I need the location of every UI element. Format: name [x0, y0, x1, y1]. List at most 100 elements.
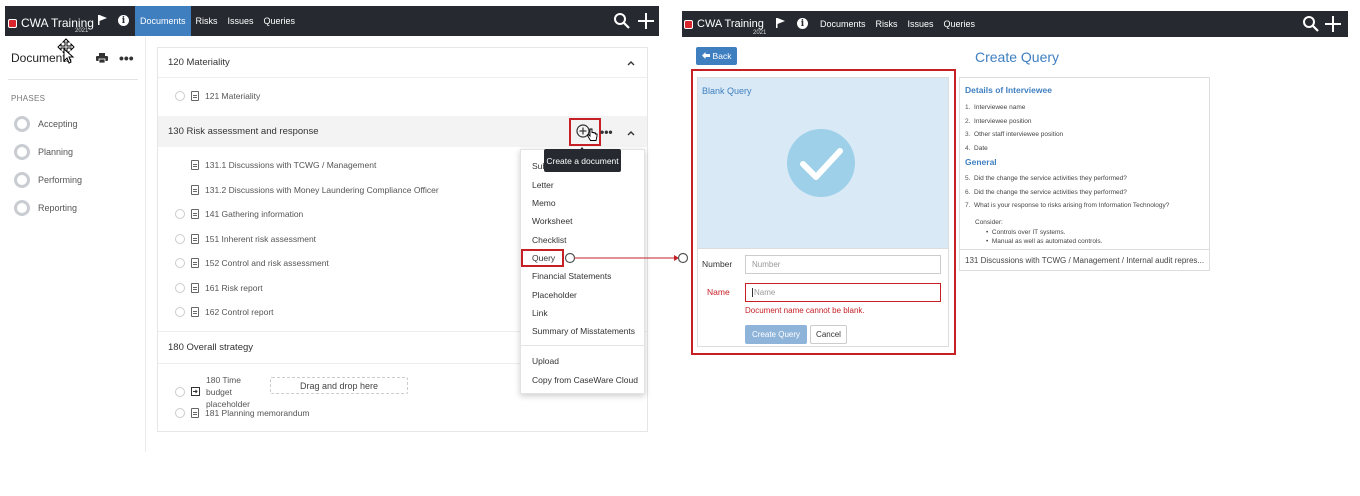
doc-row[interactable]: 180 Time budget placeholder	[175, 374, 264, 410]
search-icon[interactable]	[613, 12, 631, 32]
flag-icon[interactable]	[775, 17, 786, 32]
section-180[interactable]: 180 Overall strategy	[158, 332, 520, 363]
print-icon[interactable]	[96, 53, 108, 65]
radio-button[interactable]	[175, 209, 185, 219]
app-title: CWA Training	[697, 18, 764, 30]
menu-divider	[521, 345, 644, 346]
tab-documents[interactable]: Documents	[815, 11, 871, 37]
panel-divider	[145, 37, 146, 452]
phase-reporting[interactable]: Reporting	[14, 200, 77, 216]
doc-label: 181 Planning memorandum	[205, 408, 310, 418]
tab-issues[interactable]: Issues	[223, 6, 259, 36]
consider-label: Consider:	[975, 219, 1003, 226]
doc-label: 180 Time budget placeholder	[206, 375, 250, 409]
list-item: Did the change the service activities th…	[974, 175, 1127, 182]
tab-issues[interactable]: Issues	[903, 11, 939, 37]
document-icon	[191, 209, 199, 219]
document-icon	[191, 283, 199, 293]
section-title: 130 Risk assessment and response	[168, 126, 319, 137]
radio-button[interactable]	[175, 234, 185, 244]
menu-item-memo[interactable]: Memo	[532, 198, 556, 208]
drop-zone[interactable]: Drag and drop here	[270, 377, 408, 394]
back-button[interactable]: Back	[696, 47, 737, 65]
menu-item-link[interactable]: Link	[532, 308, 548, 318]
phase-accepting[interactable]: Accepting	[14, 116, 78, 132]
add-icon[interactable]	[637, 12, 655, 32]
list-item: What is your response to risks arising f…	[974, 202, 1170, 209]
phases-label: PHASES	[11, 94, 46, 103]
pointer-cursor-icon	[63, 47, 75, 66]
phase-circle-icon	[14, 200, 30, 216]
list-item: Interviewee position	[974, 117, 1032, 125]
doc-label: 162 Control report	[205, 307, 274, 317]
left-navbar: CWA Training 2021 i Documents Risks Issu…	[5, 6, 659, 36]
tab-risks[interactable]: Risks	[871, 11, 903, 37]
menu-item-placeholder[interactable]: Placeholder	[532, 290, 577, 300]
doc-row[interactable]: 162 Control report	[175, 307, 274, 317]
section-120[interactable]: 120 Materiality	[158, 48, 647, 77]
radio-button[interactable]	[175, 387, 185, 397]
radio-button[interactable]	[175, 408, 185, 418]
doc-label: 152 Control and risk assessment	[205, 258, 329, 268]
doc-label: 131.2 Discussions with Money Laundering …	[205, 185, 439, 195]
tab-risks[interactable]: Risks	[191, 6, 223, 36]
doc-row[interactable]: 161 Risk report	[175, 283, 263, 293]
phase-planning[interactable]: Planning	[14, 144, 73, 160]
doc-row[interactable]: 131.2 Discussions with Money Laundering …	[175, 185, 439, 195]
flag-icon[interactable]	[97, 14, 108, 29]
menu-item-summary-of-misstatements[interactable]: Summary of Misstatements	[532, 326, 635, 336]
document-icon	[191, 408, 199, 418]
more-options-icon[interactable]: •••	[119, 50, 134, 66]
menu-item-letter[interactable]: Letter	[532, 180, 554, 190]
phase-circle-icon	[14, 144, 30, 160]
document-icon	[191, 185, 199, 195]
doc-row[interactable]: 141 Gathering information	[175, 209, 303, 219]
radio-button[interactable]	[175, 91, 185, 101]
doc-label: 121 Materiality	[205, 91, 261, 101]
menu-item-checklist[interactable]: Checklist	[532, 235, 566, 245]
doc-row[interactable]: 152 Control and risk assessment	[175, 258, 329, 268]
interviewee-list: 1. Interviewee name 2. Interviewee posit…	[965, 104, 1064, 152]
year-label: 2021	[753, 30, 767, 36]
doc-row[interactable]: 121 Materiality	[175, 91, 260, 101]
app-logo-icon	[8, 18, 17, 28]
app-brand[interactable]: CWA Training	[684, 18, 764, 30]
radio-button[interactable]	[175, 258, 185, 268]
chevron-up-icon[interactable]	[627, 128, 635, 138]
document-icon	[191, 234, 199, 244]
info-icon[interactable]: i	[118, 15, 129, 26]
document-icon	[191, 258, 199, 268]
menu-item-upload[interactable]: Upload	[532, 356, 559, 366]
document-icon	[191, 160, 199, 170]
info-icon[interactable]: i	[797, 18, 808, 29]
divider	[8, 79, 138, 80]
doc-row[interactable]: 181 Planning memorandum	[175, 408, 309, 418]
row-divider	[158, 363, 520, 364]
list-item: Interviewee name	[974, 104, 1026, 111]
phase-performing[interactable]: Performing	[14, 172, 82, 188]
add-icon[interactable]	[1324, 15, 1342, 35]
tab-queries[interactable]: Queries	[259, 6, 301, 36]
tab-queries[interactable]: Queries	[939, 11, 981, 37]
doc-row[interactable]: 151 Inherent risk assessment	[175, 234, 316, 244]
radio-button[interactable]	[175, 283, 185, 293]
menu-item-worksheet[interactable]: Worksheet	[532, 216, 572, 226]
preview-heading: Details of Interviewee	[965, 85, 1052, 95]
phase-label: Planning	[38, 147, 74, 157]
chevron-up-icon[interactable]	[627, 58, 635, 68]
more-options-icon[interactable]: •••	[600, 125, 613, 139]
document-icon	[191, 91, 199, 101]
radio-button[interactable]	[175, 307, 185, 317]
menu-item-copy-from-caseware-cloud[interactable]: Copy from CaseWare Cloud	[532, 375, 638, 385]
search-icon[interactable]	[1302, 15, 1320, 35]
query-highlight	[521, 249, 564, 267]
tab-documents[interactable]: Documents	[135, 6, 191, 36]
doc-row[interactable]: 131.1 Discussions with TCWG / Management	[175, 160, 376, 170]
list-item: Other staff interviewee position	[974, 131, 1064, 138]
menu-item-financial-statements[interactable]: Financial Statements	[532, 271, 611, 281]
doc-label: 161 Risk report	[205, 283, 263, 293]
list-item: Did the change the service activities th…	[974, 188, 1127, 196]
list-item: Date	[974, 144, 988, 152]
doc-label: 151 Inherent risk assessment	[205, 234, 317, 244]
divider	[960, 249, 1209, 250]
